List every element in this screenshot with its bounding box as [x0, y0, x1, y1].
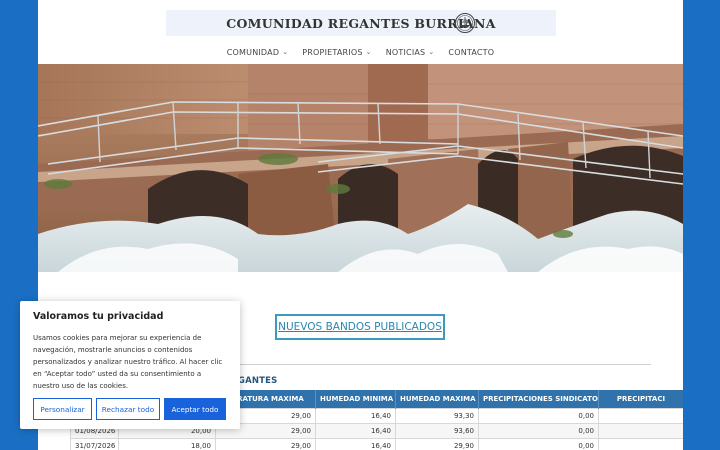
column-header[interactable]: HUMEDAD MINIMA: [315, 390, 396, 408]
table-cell: 29,90: [395, 437, 479, 450]
nav-item-comunidad[interactable]: COMUNIDAD ⌄: [227, 44, 289, 60]
table-cell: 16,40: [315, 422, 396, 439]
ship-emblem-icon: [455, 13, 475, 33]
table-cell: 0,00: [478, 407, 599, 424]
table-cell: 16,40: [315, 437, 396, 450]
table-cell: [598, 407, 683, 424]
table-cell: [598, 437, 683, 450]
chevron-down-icon: ⌄: [428, 48, 435, 56]
chevron-down-icon: ⌄: [282, 48, 289, 56]
bandos-link-wrapper: NUEVOS BANDOS PUBLICADOS: [275, 314, 445, 340]
cookie-consent-dialog: Valoramos tu privacidad Usamos cookies p…: [20, 301, 240, 429]
reject-all-button[interactable]: Rechazar todo: [96, 398, 160, 420]
table-cell: 31/07/2026: [70, 437, 119, 450]
customize-cookies-button[interactable]: Personalizar: [33, 398, 92, 420]
nav-item-contacto[interactable]: CONTACTO: [448, 44, 494, 60]
nav-item-noticias[interactable]: NOTICIAS ⌄: [386, 44, 435, 60]
nav-label: COMUNIDAD: [226, 47, 280, 57]
column-header[interactable]: PRECIPITACIONES SINDICATO: [478, 390, 599, 408]
cookie-button-group: Personalizar Rechazar todo Aceptar todo: [33, 398, 226, 420]
accept-all-button[interactable]: Aceptar todo: [164, 398, 226, 420]
table-cell: 93,30: [395, 407, 479, 424]
nav-label: CONTACTO: [448, 47, 495, 57]
nav-label: PROPIETARIOS: [302, 47, 363, 57]
cookie-title: Valoramos tu privacidad: [33, 311, 164, 322]
table-cell: 93,60: [395, 422, 479, 439]
table-cell: 29,00: [215, 437, 316, 450]
table-cell: 18,00: [118, 437, 216, 450]
new-bandos-button[interactable]: NUEVOS BANDOS PUBLICADOS: [275, 314, 445, 340]
column-header[interactable]: HUMEDAD MAXIMA: [395, 390, 479, 408]
table-cell: 16,40: [315, 407, 396, 424]
cookie-description: Usamos cookies para mejorar su experienc…: [33, 334, 223, 390]
chevron-down-icon: ⌄: [365, 48, 372, 56]
column-header[interactable]: PRECIPITACI: [598, 390, 683, 408]
hero-image-irrigation-canal: [38, 64, 683, 272]
main-navigation: COMUNIDAD ⌄ PROPIETARIOS ⌄ NOTICIAS ⌄ CO…: [38, 44, 683, 60]
site-logo-banner[interactable]: COMUNIDAD REGANTES BURRIANA: [166, 10, 556, 36]
table-cell: [598, 422, 683, 439]
table-row: 31/07/2026 18,00 29,00 16,40 29,90 0,00: [70, 437, 683, 450]
nav-item-propietarios[interactable]: PROPIETARIOS ⌄: [302, 44, 371, 60]
table-cell: 0,00: [478, 437, 599, 450]
nav-label: NOTICIAS: [385, 47, 426, 57]
table-cell: 0,00: [478, 422, 599, 439]
